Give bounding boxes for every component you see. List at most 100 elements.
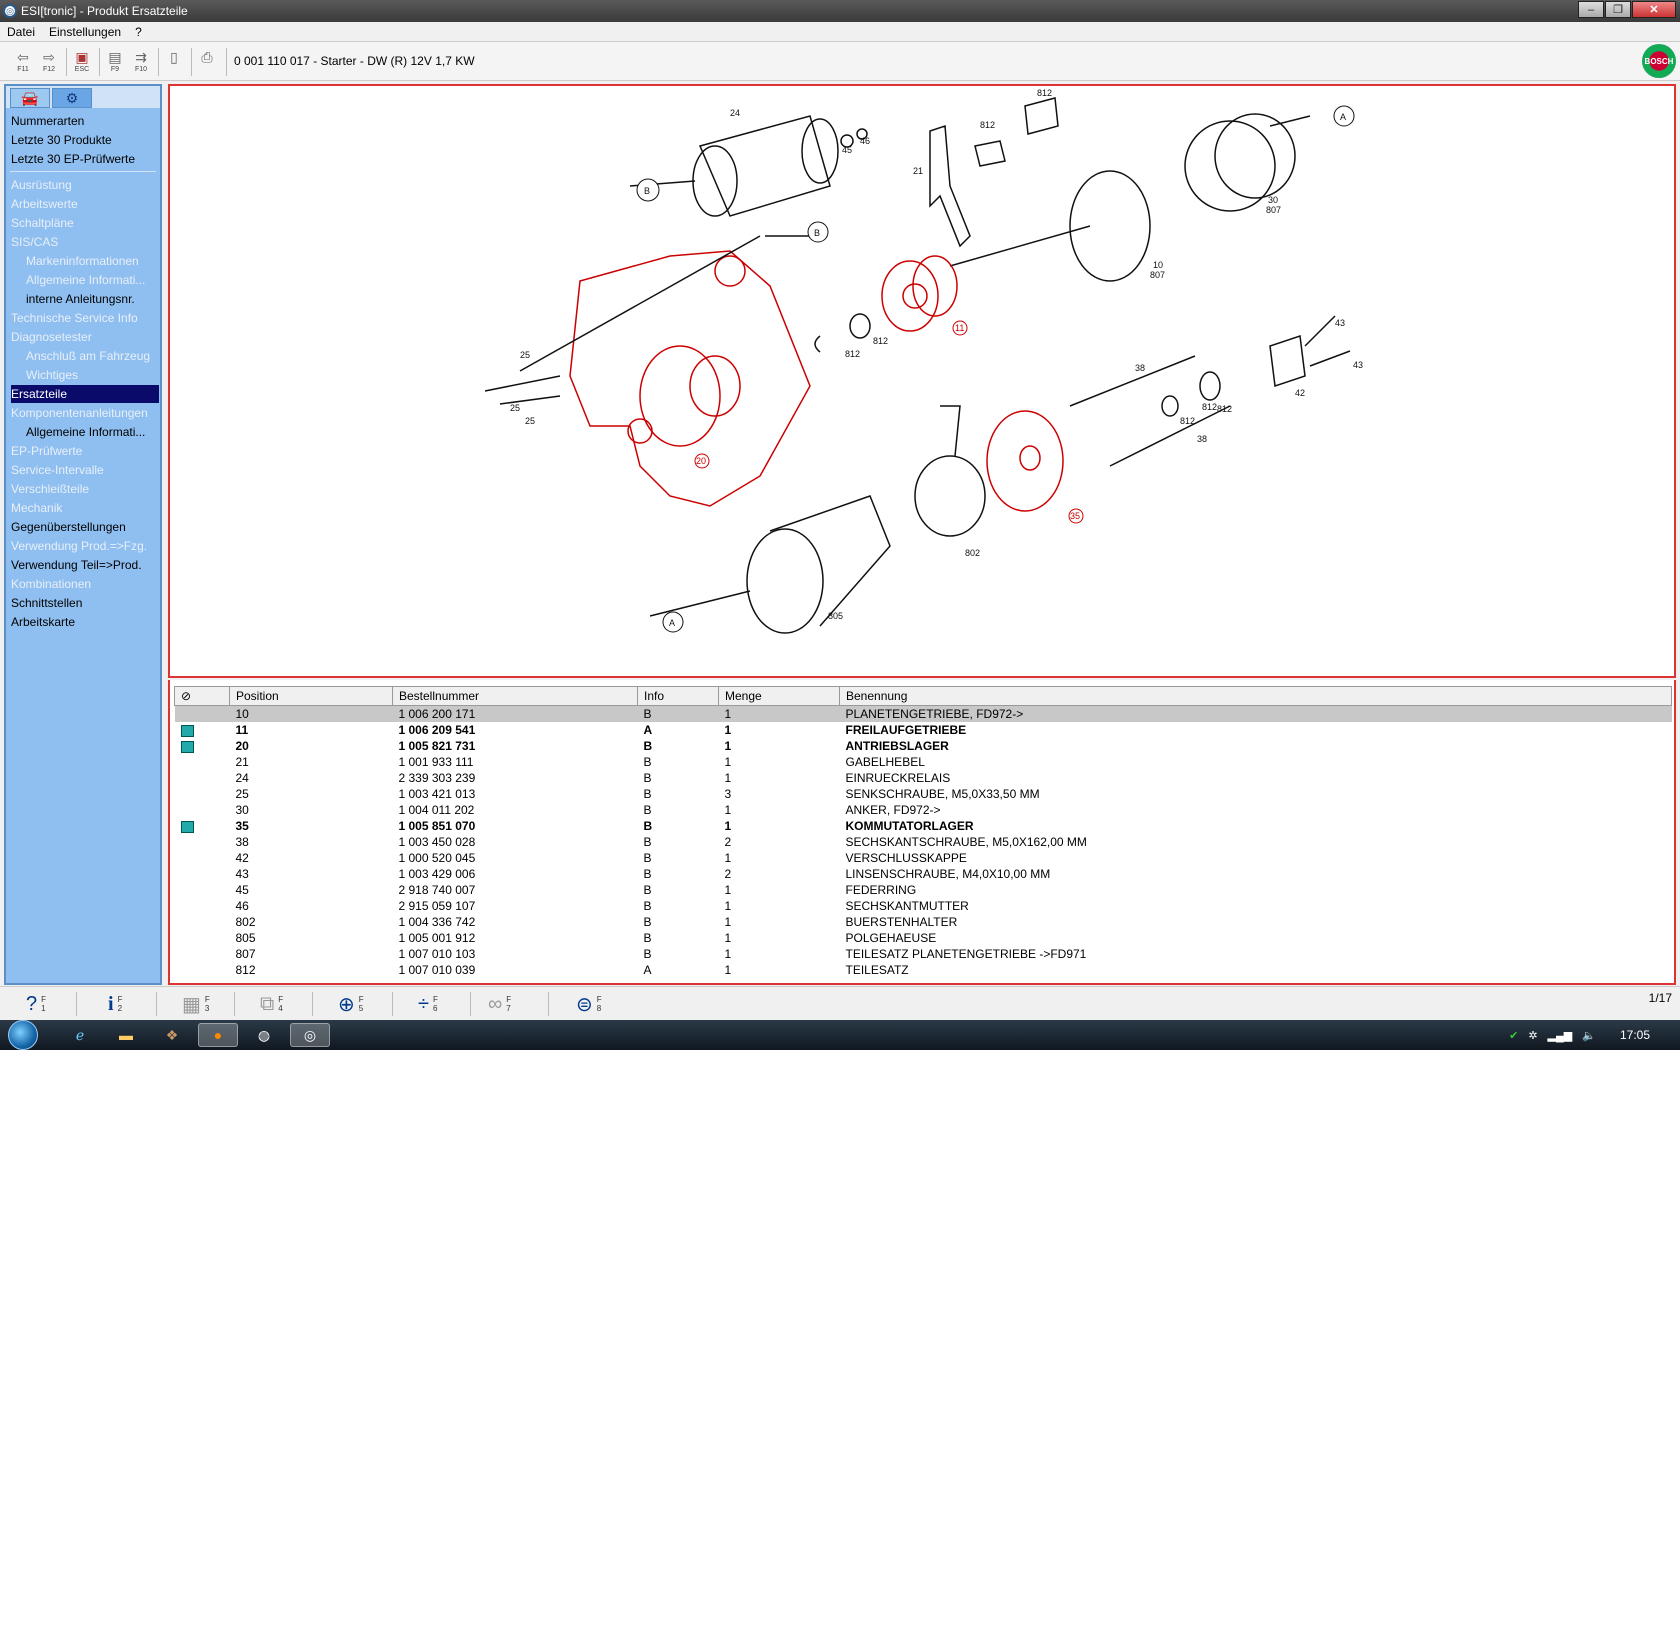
table-row[interactable]: 10 1 006 200 171 B 1 PLANETENGETRIEBE, FD972… (174, 705, 1672, 722)
label-35[interactable]: 35 (1070, 511, 1080, 521)
tools-icon[interactable]: ✲ (1528, 1029, 1537, 1042)
sidebar-item-letzte-produkte[interactable]: Letzte 30 Produkte (11, 131, 159, 149)
label-812-c[interactable]: 812 (1202, 402, 1217, 412)
bosch-button[interactable]: ⊜ F 8 (576, 991, 602, 1017)
table-row[interactable]: 45 2 918 740 007 B 1 FEDERRING (175, 882, 1672, 898)
print-button[interactable]: ⎙ (196, 49, 218, 73)
split-view-button[interactable]: ÷ F 6 (418, 991, 438, 1017)
clock[interactable]: 17:05 (1620, 1028, 1650, 1042)
table-row[interactable]: 807 1 007 010 103 B 1 TEILESATZ PLANETENGETR… (175, 946, 1672, 962)
info-button[interactable]: iF2 (108, 991, 122, 1017)
column-header-bestellnummer[interactable]: Bestellnummer (392, 686, 638, 706)
network-icon[interactable]: ▂▄▆ (1548, 1029, 1573, 1042)
info-sheet-icon[interactable] (180, 740, 194, 753)
exploded-view-diagram[interactable]: B 24 45 46 21 812 812 A 30 807 10 807 11… (168, 84, 1676, 678)
label-20[interactable]: 20 (696, 456, 706, 466)
menu-einstellungen[interactable]: Einstellungen (42, 25, 128, 39)
label-30[interactable]: 30 (1268, 195, 1278, 205)
sidebar-item-nummerarten[interactable]: Nummerarten (11, 112, 159, 130)
callout-b-drive[interactable]: B (814, 228, 820, 238)
forward-button[interactable]: ⇨ F12 (38, 49, 60, 73)
sidebar-item-arbeitskarte[interactable]: Arbeitskarte (11, 613, 159, 631)
column-icon-header[interactable]: ⊘ (174, 686, 230, 706)
label-21[interactable]: 21 (913, 166, 923, 176)
table-row[interactable]: 21 1 001 933 111 B 1 GABELHEBEL (175, 754, 1672, 770)
sidebar-item-allgemeine-informationen-2[interactable]: Allgemeine Informati... (26, 423, 159, 441)
menu-datei[interactable]: Datei (0, 25, 42, 39)
table-row[interactable]: 11 1 006 209 541 A 1 FREILAUFGETRIEBE (175, 722, 1672, 738)
tab-component[interactable]: ⚙ (52, 88, 92, 108)
security-icon[interactable]: ✔ (1509, 1029, 1518, 1042)
label-38-b[interactable]: 38 (1197, 434, 1207, 444)
taskbar-steam[interactable]: ◍ (244, 1023, 284, 1047)
label-43-b[interactable]: 43 (1353, 360, 1363, 370)
table-row[interactable]: 46 2 915 059 107 B 1 SECHSKANTMUTTER (175, 898, 1672, 914)
label-43-a[interactable]: 43 (1335, 318, 1345, 328)
info-sheet-icon[interactable] (180, 724, 194, 737)
f10-button[interactable]: ⇉ F10 (130, 49, 152, 73)
label-38-a[interactable]: 38 (1135, 363, 1145, 373)
table-row[interactable]: 802 1 004 336 742 B 1 BUERSTENHALTER (175, 914, 1672, 930)
table-row[interactable]: 24 2 339 303 239 B 1 EINRUECKRELAIS (175, 770, 1672, 786)
callout-b[interactable]: B (644, 186, 650, 196)
label-25-c[interactable]: 25 (525, 416, 535, 426)
column-header-menge[interactable]: Menge (718, 686, 840, 706)
label-812-top[interactable]: 812 (1037, 88, 1052, 98)
label-807-lower[interactable]: 807 (1150, 270, 1165, 280)
maximize-button[interactable]: ❐ (1605, 1, 1631, 18)
escape-button[interactable]: ▣ ESC (71, 49, 93, 73)
zoom-button[interactable]: ⊕ F 5 (338, 991, 364, 1017)
taskbar-app[interactable]: ❖ (152, 1023, 192, 1047)
table-row[interactable]: 812 1 007 010 039 A 1 TEILESATZ (175, 962, 1672, 978)
sidebar-item-gegenueberstellungen[interactable]: Gegenüberstellungen (11, 518, 159, 536)
label-802[interactable]: 802 (965, 548, 980, 558)
label-812-e[interactable]: 812 (1217, 404, 1232, 414)
table-row[interactable]: 30 1 004 011 202 B 1 ANKER, FD972-> (175, 802, 1672, 818)
sidebar-item-schnittstellen[interactable]: Schnittstellen (11, 594, 159, 612)
label-45[interactable]: 45 (842, 145, 852, 155)
close-button[interactable]: ✕ (1632, 1, 1676, 18)
table-row[interactable]: 42 1 000 520 045 B 1 VERSCHLUSSKAPPE (175, 850, 1672, 866)
taskbar-esitronic[interactable]: ◎ (290, 1023, 330, 1047)
help-button[interactable]: ? F 1 (26, 991, 46, 1017)
label-805[interactable]: 805 (828, 611, 843, 621)
sidebar-item-ersatzteile[interactable]: Ersatzteile (11, 385, 159, 403)
table-row[interactable]: 20 1 005 821 731 B 1 ANTRIEBSLAGER (175, 738, 1672, 754)
table-row[interactable]: 25 1 003 421 013 B 3 SENKSCHRAUBE, M5,0X33,5… (175, 786, 1672, 802)
minimize-button[interactable]: – (1578, 1, 1604, 18)
start-button[interactable] (8, 1020, 38, 1050)
label-812-washer[interactable]: 812 (873, 336, 888, 346)
label-42[interactable]: 42 (1295, 388, 1305, 398)
label-11[interactable]: 11 (955, 323, 964, 333)
menu-help[interactable]: ? (128, 25, 149, 39)
table-row[interactable]: 43 1 003 429 006 B 2 LINSENSCHRAUBE, M4,0X10… (175, 866, 1672, 882)
table-row[interactable]: 38 1 003 450 028 B 2 SECHSKANTSCHRAUBE, M5,0… (175, 834, 1672, 850)
callout-a-bottom[interactable]: A (669, 618, 675, 628)
label-812-snapring[interactable]: 812 (845, 349, 860, 359)
taskbar-ie[interactable]: ℯ (60, 1023, 100, 1047)
label-812-upper[interactable]: 812 (980, 120, 995, 130)
label-46[interactable]: 46 (860, 136, 870, 146)
label-25-a[interactable]: 25 (520, 350, 530, 360)
column-header-benennung[interactable]: Benennung (839, 686, 1672, 706)
label-10[interactable]: 10 (1153, 260, 1163, 270)
callout-a-top[interactable]: A (1340, 112, 1346, 122)
document-button[interactable]: ▯ (163, 49, 185, 73)
info-sheet-icon[interactable] (180, 820, 194, 833)
taskbar-firefox[interactable]: ● (198, 1023, 238, 1047)
label-24[interactable]: 24 (730, 108, 740, 118)
sidebar-item-verwendung-teil-prod[interactable]: Verwendung Teil=>Prod. (11, 556, 159, 574)
table-row[interactable]: 805 1 005 001 912 B 1 POLGEHAEUSE (175, 930, 1672, 946)
label-812-d[interactable]: 812 (1180, 416, 1195, 426)
label-807-upper[interactable]: 807 (1266, 205, 1281, 215)
column-header-info[interactable]: Info (637, 686, 719, 706)
tab-vehicle[interactable]: 🚘 (10, 88, 50, 108)
volume-icon[interactable]: 🔈 (1582, 1029, 1596, 1042)
column-header-position[interactable]: Position (229, 686, 393, 706)
sidebar-item-letzte-ep-pruefwerte[interactable]: Letzte 30 EP-Prüfwerte (11, 150, 159, 168)
label-25-b[interactable]: 25 (510, 403, 520, 413)
taskbar-explorer[interactable]: ▬ (106, 1023, 146, 1047)
f9-button[interactable]: ▤ F9 (104, 49, 126, 73)
sidebar-item-interne-anleitungsnr[interactable]: interne Anleitungsnr. (26, 290, 159, 308)
back-button[interactable]: ⇦ F11 (12, 49, 34, 73)
